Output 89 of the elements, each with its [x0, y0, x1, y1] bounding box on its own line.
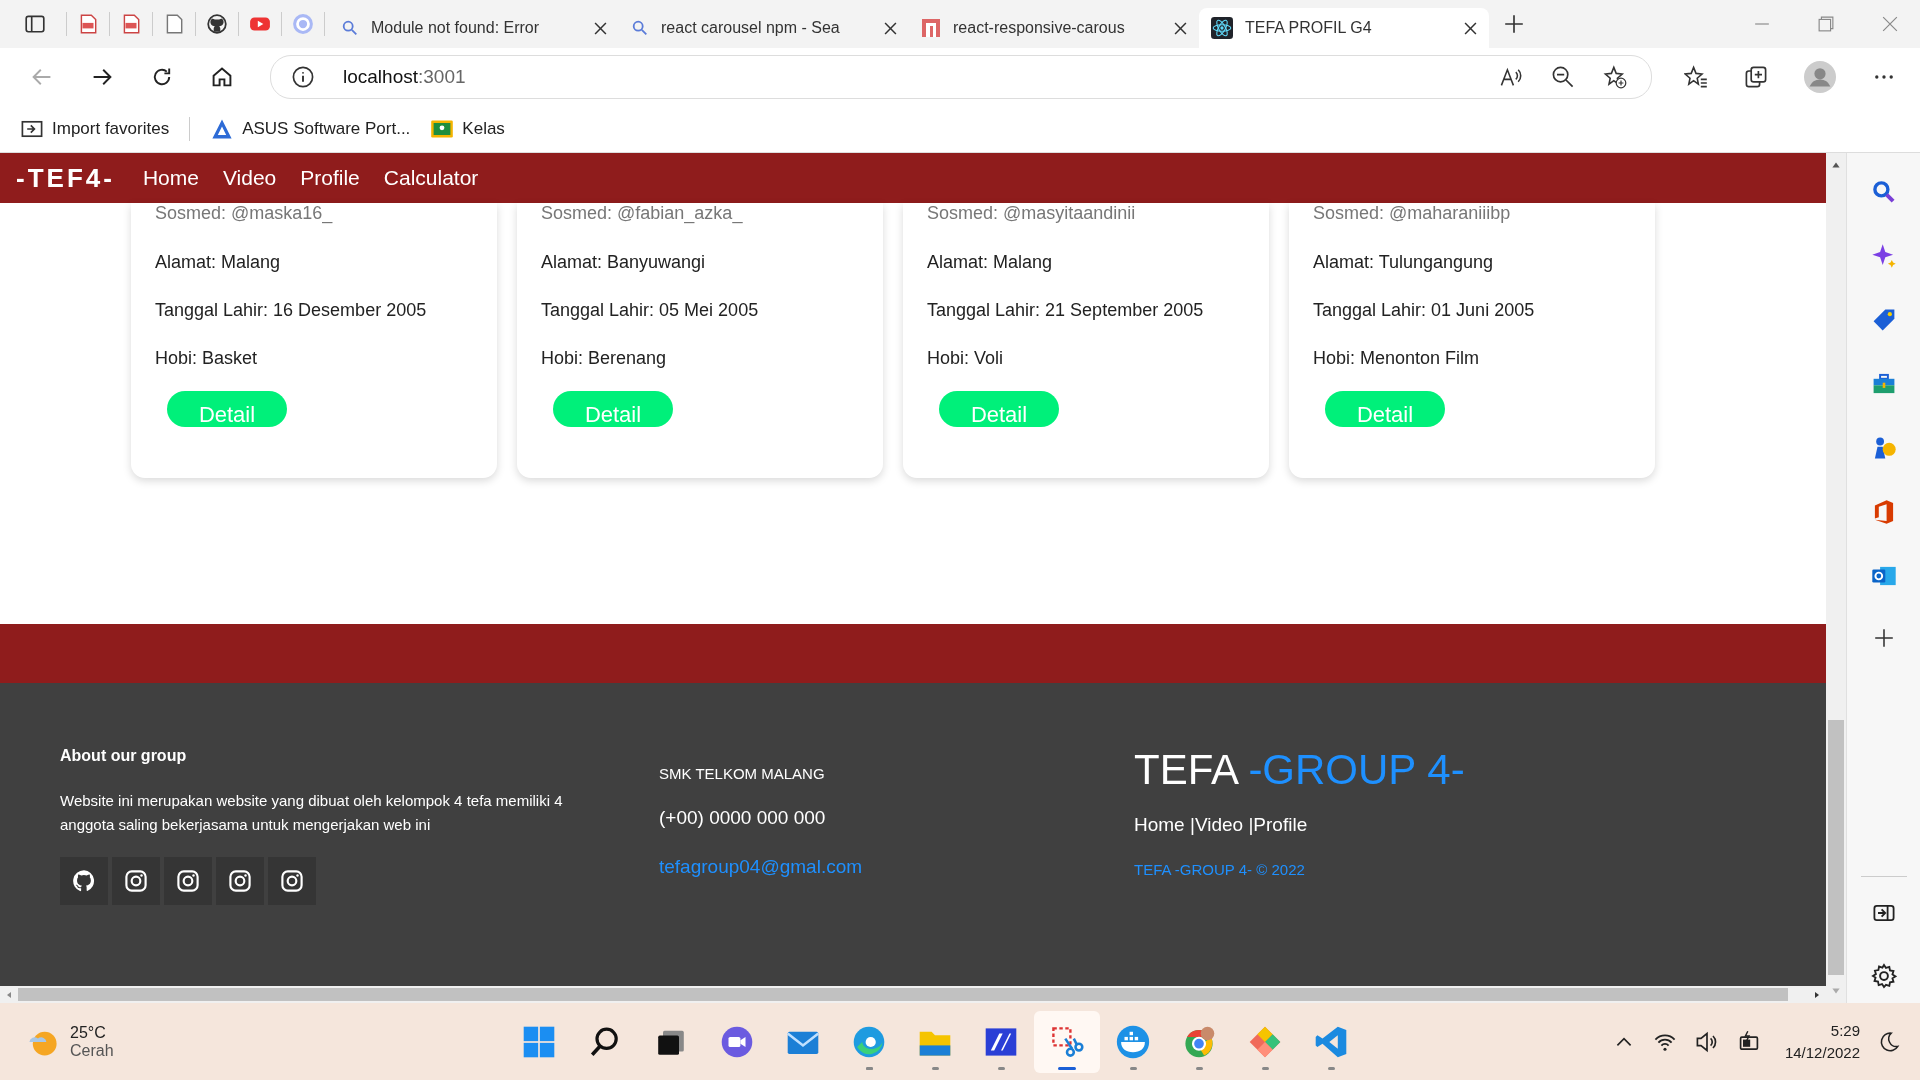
- copyright-text: TEFA -GROUP 4- © 2022: [1134, 861, 1306, 878]
- birthdate-text: Tanggal Lahir: 05 Mei 2005: [541, 299, 760, 322]
- close-icon[interactable]: [1464, 21, 1477, 35]
- sosmed-text: Sosmed: @fabian_azka_: [541, 203, 744, 226]
- moon-icon[interactable]: [1878, 1030, 1900, 1053]
- birthdate-text: Tanggal Lahir: 16 Desember 2005: [155, 299, 428, 322]
- footer-link[interactable]: |Video: [1189, 814, 1249, 835]
- phone-number: (+00) 0000 000 000: [659, 807, 826, 829]
- social-link[interactable]: [164, 857, 212, 905]
- hobby-text: Hobi: Voli: [927, 347, 1005, 370]
- instagram-icon: [228, 869, 252, 893]
- nav-link[interactable]: Calculator: [383, 166, 479, 190]
- address-text: Alamat: Banyuwangi: [541, 251, 707, 274]
- new-tab-icon[interactable]: [1503, 13, 1525, 35]
- bookmark[interactable]: Import favorites: [20, 116, 170, 141]
- hobby-text: Hobi: Berenang: [541, 347, 668, 370]
- tab-actions-icon[interactable]: [24, 13, 46, 35]
- whale-icon[interactable]: [1116, 1024, 1150, 1059]
- time-text: 5:29: [1830, 1020, 1860, 1041]
- search-icon: [631, 19, 649, 37]
- address-bar[interactable]: localhost:3001: [270, 54, 1652, 99]
- close-icon[interactable]: [594, 21, 607, 35]
- scissors-icon[interactable]: [1050, 1024, 1084, 1059]
- video-chat-icon[interactable]: [720, 1024, 754, 1059]
- collections-icon[interactable]: [1744, 64, 1768, 89]
- speaker-icon[interactable]: [1694, 1029, 1719, 1054]
- social-link[interactable]: [60, 857, 108, 905]
- browser-tab[interactable]: react carousel npm - Sea: [619, 8, 909, 48]
- square-logo-icon: [921, 18, 941, 38]
- address-text: Alamat: Tulungangung: [1313, 251, 1495, 274]
- add-icon[interactable]: [1872, 627, 1895, 649]
- hobby-text: Hobi: Basket: [155, 347, 259, 370]
- social-link[interactable]: [268, 857, 316, 905]
- favorites-icon[interactable]: [1684, 64, 1708, 89]
- github-icon: [72, 869, 96, 893]
- footer-link[interactable]: |Profile: [1248, 814, 1308, 835]
- bookmark[interactable]: ASUS Software Port...: [210, 116, 411, 141]
- birthdate-text: Tanggal Lahir: 21 September 2005: [927, 299, 1205, 322]
- footer-brand: TEFA -GROUP 4-: [1134, 746, 1465, 794]
- address-text: Alamat: Malang: [155, 251, 282, 274]
- nav-link[interactable]: Home: [142, 166, 199, 190]
- settings-icon[interactable]: [1870, 963, 1897, 989]
- temperature-text: 25°C: [70, 1023, 107, 1042]
- scrollbar-thumb[interactable]: [1828, 720, 1844, 975]
- code-editor-icon[interactable]: [1314, 1024, 1348, 1059]
- footer-link[interactable]: Home: [1134, 814, 1190, 835]
- weather-text: Cerah: [70, 1041, 114, 1060]
- nav-link[interactable]: Profile: [300, 166, 360, 190]
- birthdate-text: Tanggal Lahir: 01 Juni 2005: [1313, 299, 1536, 322]
- bookmark[interactable]: Kelas: [430, 116, 505, 141]
- brand-logo[interactable]: -TEF4-: [16, 162, 115, 194]
- browser-tab[interactable]: Module not found: Error: [329, 8, 619, 48]
- sparkle-icon[interactable]: [1870, 243, 1897, 269]
- profile-avatar-icon[interactable]: [1804, 60, 1836, 93]
- browser-icon[interactable]: [1182, 1024, 1216, 1059]
- atom-icon: [1211, 17, 1233, 39]
- scrollbar-thumb[interactable]: [18, 988, 1788, 1001]
- address-text: Alamat: Malang: [927, 251, 1054, 274]
- windows-start-icon[interactable]: [522, 1024, 556, 1059]
- browser-tab[interactable]: TEFA PROFIL G4: [1199, 8, 1489, 48]
- restore-icon[interactable]: [1818, 16, 1834, 32]
- search-icon[interactable]: [589, 1025, 621, 1058]
- sosmed-text: Sosmed: @maharaniiibp: [1313, 203, 1512, 225]
- about-text: Website ini merupakan website yang dibuat oleh kelompok 4 tefa memiliki 4 anggota saling bekerjasama untuk mengerjakan web ini: [60, 791, 564, 835]
- hobby-text: Hobi: Menonton Film: [1313, 347, 1481, 370]
- close-icon[interactable]: [1174, 21, 1187, 35]
- clock[interactable]: 5:29 14/12/2022: [1784, 1019, 1860, 1064]
- weather-widget[interactable]: 25°C Cerah: [26, 1023, 506, 1060]
- search-icon: [341, 19, 359, 37]
- horizontal-scrollbar[interactable]: [0, 986, 1826, 1003]
- footer-title: About our group: [60, 747, 188, 765]
- browser-tab[interactable]: react-responsive-carous: [909, 8, 1199, 48]
- zoom-out-icon[interactable]: [1551, 64, 1575, 89]
- github-icon[interactable]: [206, 13, 228, 35]
- browser-icon[interactable]: [852, 1024, 886, 1059]
- school-name: SMK TELKOM MALANG: [659, 765, 825, 782]
- instagram-icon: [124, 869, 148, 893]
- sosmed-text: Sosmed: @maska16_: [155, 203, 334, 226]
- info-icon[interactable]: [291, 64, 315, 89]
- instagram-icon: [176, 869, 200, 893]
- nav-link[interactable]: Video: [222, 166, 277, 190]
- social-link[interactable]: [112, 857, 160, 905]
- close-icon[interactable]: [884, 21, 897, 35]
- date-text: 14/12/2022: [1784, 1042, 1860, 1063]
- sosmed-text: Sosmed: @masyitaandinii: [927, 203, 1137, 225]
- vertical-scrollbar[interactable]: [1826, 153, 1846, 1003]
- social-link[interactable]: [216, 857, 264, 905]
- instagram-icon: [280, 869, 304, 893]
- add-favorite-icon[interactable]: [1603, 64, 1627, 89]
